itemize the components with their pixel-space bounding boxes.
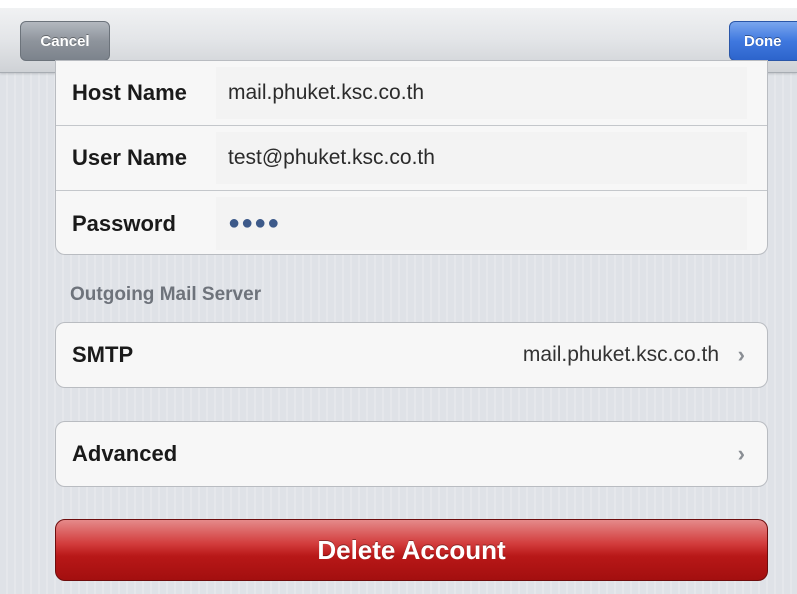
outgoing-mail-server-header: Outgoing Mail Server xyxy=(70,284,262,305)
advanced-row[interactable]: Advanced › xyxy=(56,422,767,486)
done-button[interactable]: Done xyxy=(729,21,797,61)
delete-account-button[interactable]: Delete Account xyxy=(55,519,768,581)
advanced-label: Advanced xyxy=(72,441,178,466)
smtp-value: mail.phuket.ksc.co.th xyxy=(522,343,719,366)
host-name-row: Host Name mail.phuket.ksc.co.th xyxy=(56,61,767,126)
cancel-button[interactable]: Cancel xyxy=(20,21,110,61)
incoming-server-group: Host Name mail.phuket.ksc.co.th User Nam… xyxy=(55,60,768,255)
password-label: Password xyxy=(72,210,176,236)
chevron-right-icon: › xyxy=(737,441,745,466)
smtp-label: SMTP xyxy=(72,342,134,367)
smtp-group: SMTP mail.phuket.ksc.co.th › xyxy=(55,322,768,388)
password-field[interactable]: ●●●● xyxy=(216,197,747,250)
account-settings-screen: Cancel Done Host Name mail.phuket.ksc.co… xyxy=(0,0,797,594)
smtp-row[interactable]: SMTP mail.phuket.ksc.co.th › xyxy=(56,323,767,387)
host-name-label: Host Name xyxy=(72,80,187,105)
host-name-field[interactable]: mail.phuket.ksc.co.th xyxy=(216,67,747,119)
advanced-group: Advanced › xyxy=(55,421,768,487)
user-name-row: User Name test@phuket.ksc.co.th xyxy=(56,126,767,191)
user-name-field[interactable]: test@phuket.ksc.co.th xyxy=(216,132,747,184)
password-row: Password ●●●● xyxy=(56,191,767,254)
chevron-right-icon: › xyxy=(737,342,745,367)
user-name-label: User Name xyxy=(72,145,187,170)
